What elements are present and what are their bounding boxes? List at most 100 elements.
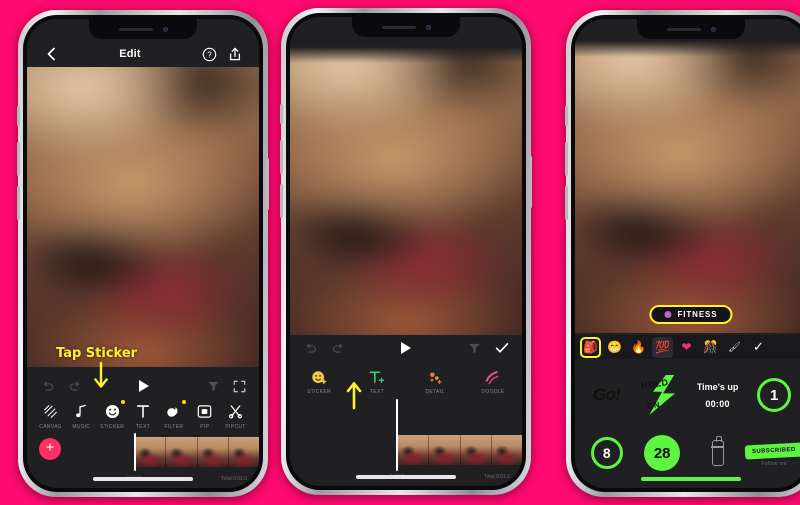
pip-icon bbox=[189, 401, 220, 421]
share-icon[interactable] bbox=[225, 44, 245, 64]
phone-1-frame: Edit ? CANVAS MUSIC STICKER TEXT FILTER … bbox=[17, 10, 269, 497]
sticker-bottle[interactable] bbox=[690, 427, 745, 479]
sticker-number-8[interactable]: 8 bbox=[579, 427, 634, 479]
notch bbox=[637, 19, 745, 39]
canvas-icon bbox=[35, 401, 66, 421]
text-t-icon bbox=[128, 401, 159, 421]
flame-icon[interactable]: 🔥 bbox=[628, 337, 649, 358]
play-icon[interactable] bbox=[401, 342, 411, 354]
tool-label: STICKER bbox=[100, 424, 125, 430]
tool-sticker[interactable]: STICKER bbox=[97, 400, 128, 430]
editor-tool-strip: CANVAS MUSIC STICKER TEXT FILTER PIP PIP… bbox=[27, 400, 259, 430]
tool-label: DETAIL bbox=[425, 389, 445, 395]
tool-filter[interactable]: FILTER bbox=[158, 400, 189, 430]
tool-canvas[interactable]: CANVAS bbox=[35, 401, 66, 430]
sticker-timer-value: 00:00 bbox=[705, 399, 730, 409]
tool-label: CANVAS bbox=[39, 424, 62, 430]
tool-doodle[interactable]: DOODLE bbox=[476, 369, 510, 395]
screenshot-stage: Edit ? CANVAS MUSIC STICKER TEXT FILTER … bbox=[0, 0, 800, 505]
tool-label: TEXT bbox=[135, 424, 151, 430]
timeline-total-time: Total 0:01.0 bbox=[221, 476, 247, 482]
timeline-total-time: Total 0:01.0 bbox=[484, 474, 510, 480]
sticker-tool-strip: STICKER TEXT DETAIL DOODLE bbox=[290, 369, 522, 395]
smiley-icon bbox=[97, 401, 128, 421]
detail-sparkle-icon bbox=[418, 369, 452, 387]
redo-icon[interactable] bbox=[328, 338, 348, 358]
timeline-filmstrip[interactable] bbox=[135, 437, 259, 467]
phone-2-screen: STICKER TEXT DETAIL DOODLE Total 0:01.0 bbox=[290, 17, 522, 486]
phone-2-frame: STICKER TEXT DETAIL DOODLE Total 0:01.0 bbox=[280, 8, 532, 495]
sticker-number-28[interactable]: 28 bbox=[634, 427, 689, 479]
filter-icon[interactable] bbox=[464, 338, 484, 358]
add-clip-button[interactable]: + bbox=[39, 438, 61, 460]
confirm-check-icon[interactable] bbox=[492, 338, 512, 358]
tool-label: TEXT bbox=[369, 389, 385, 395]
sticker-label-line2: ON bbox=[646, 400, 661, 411]
tool-pipcut[interactable]: PIPCUT bbox=[220, 401, 251, 430]
sticker-caption: Follow me bbox=[761, 461, 787, 467]
sticker-category-row: 🎒 😁 🔥 💯 ❤ 🎊 🖌 ✓ bbox=[575, 335, 800, 359]
phone-1-screen: Edit ? CANVAS MUSIC STICKER TEXT FILTER … bbox=[27, 19, 259, 488]
arrow-up-icon bbox=[344, 380, 364, 415]
sticker-label: 1 bbox=[757, 378, 792, 412]
tool-text[interactable]: TEXT bbox=[360, 369, 394, 395]
undo-icon[interactable] bbox=[300, 338, 320, 358]
help-circle-icon[interactable]: ? bbox=[199, 44, 219, 64]
heart-icon[interactable]: ❤ bbox=[676, 337, 697, 358]
text-plus-icon bbox=[360, 369, 394, 387]
fullscreen-icon[interactable] bbox=[229, 376, 249, 396]
tool-detail[interactable]: DETAIL bbox=[418, 369, 452, 395]
phone-3-frame: FITNESS 🎒 😁 🔥 💯 ❤ 🎊 🖌 ✓ Go! HOLD ON Time… bbox=[565, 10, 800, 497]
svg-text:?: ? bbox=[207, 50, 212, 59]
sticker-subscribed[interactable]: SUBSCRIBED Follow me bbox=[744, 427, 800, 479]
undo-icon[interactable] bbox=[37, 376, 57, 396]
play-icon[interactable] bbox=[139, 380, 149, 392]
tool-label: PIP bbox=[200, 424, 210, 430]
redo-icon[interactable] bbox=[65, 376, 85, 396]
video-preview[interactable] bbox=[27, 67, 259, 367]
category-badge-label: FITNESS bbox=[677, 310, 718, 319]
annotation-tap-sticker: Tap Sticker bbox=[56, 346, 138, 361]
arrow-down-icon bbox=[92, 361, 110, 395]
top-nav-bar: Edit ? bbox=[27, 41, 259, 67]
fitness-icon[interactable]: 💯 bbox=[652, 336, 673, 358]
tool-label: MUSIC bbox=[72, 424, 91, 430]
phone-3-screen: FITNESS 🎒 😁 🔥 💯 ❤ 🎊 🖌 ✓ Go! HOLD ON Time… bbox=[575, 19, 800, 488]
tool-label: PIPCUT bbox=[225, 424, 246, 430]
sticker-times-up[interactable]: Time's up 00:00 bbox=[690, 369, 745, 421]
doodle-icon bbox=[476, 369, 510, 387]
category-badge-fitness[interactable]: FITNESS bbox=[649, 305, 733, 324]
timeline-playhead[interactable] bbox=[396, 399, 398, 471]
playback-control-row bbox=[27, 375, 259, 397]
sticker-label: Time's up bbox=[696, 382, 739, 393]
phone-3-bezel: FITNESS 🎒 😁 🔥 💯 ❤ 🎊 🖌 ✓ Go! HOLD ON Time… bbox=[571, 15, 800, 492]
tool-text[interactable]: TEXT bbox=[128, 401, 159, 430]
home-indicator bbox=[641, 477, 741, 481]
timeline-playhead[interactable] bbox=[134, 433, 136, 471]
smiley-plus-icon bbox=[302, 369, 336, 387]
sticker-label: Go! bbox=[592, 385, 621, 404]
filter-icon[interactable] bbox=[203, 376, 223, 396]
sticker-number-1[interactable]: 1 bbox=[745, 369, 800, 421]
tool-music[interactable]: MUSIC bbox=[66, 401, 97, 430]
sticker-label: 28 bbox=[644, 435, 681, 471]
sticker-pack-icon[interactable]: 🎒 bbox=[580, 336, 601, 358]
tool-sticker[interactable]: STICKER bbox=[302, 369, 336, 395]
party-icon[interactable]: 🎊 bbox=[700, 337, 721, 358]
phone-2-bezel: STICKER TEXT DETAIL DOODLE Total 0:01.0 bbox=[286, 13, 526, 490]
phone-1-bezel: Edit ? CANVAS MUSIC STICKER TEXT FILTER … bbox=[23, 15, 263, 492]
bottle-icon bbox=[711, 436, 725, 466]
emoji-grin-icon[interactable]: 😁 bbox=[604, 337, 625, 358]
sticker-hold-on[interactable]: HOLD ON bbox=[634, 369, 689, 421]
timeline-filmstrip[interactable] bbox=[398, 435, 522, 465]
video-preview[interactable] bbox=[575, 41, 800, 333]
tool-pip[interactable]: PIP bbox=[189, 401, 220, 430]
back-icon[interactable] bbox=[41, 44, 61, 64]
video-preview[interactable] bbox=[290, 47, 522, 335]
page-title: Edit bbox=[119, 48, 141, 60]
new-badge-dot bbox=[120, 400, 125, 404]
brush-icon[interactable]: 🖌 bbox=[724, 337, 745, 358]
music-note-icon bbox=[66, 401, 97, 421]
sticker-go[interactable]: Go! bbox=[579, 369, 634, 421]
confirm-check-icon[interactable]: ✓ bbox=[748, 337, 769, 358]
